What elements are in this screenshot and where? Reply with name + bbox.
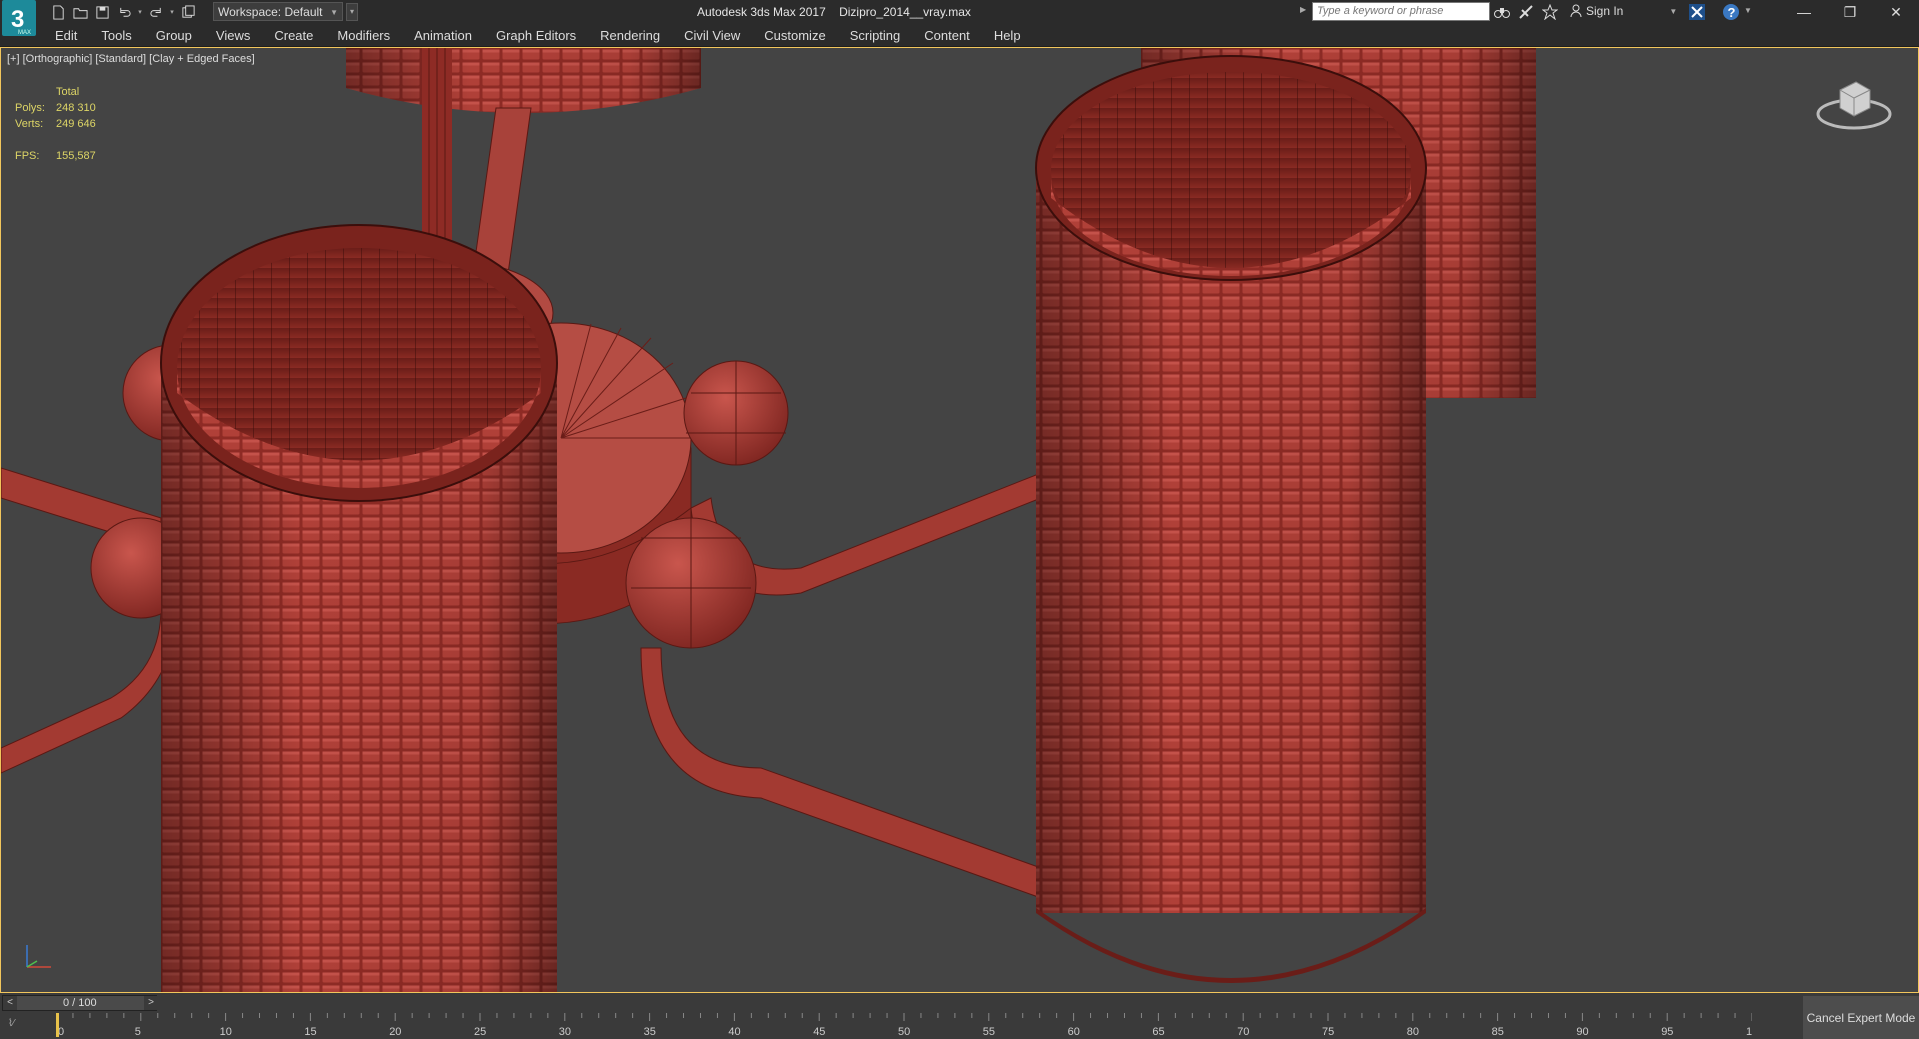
frame-tick-label: 75 bbox=[1322, 1026, 1334, 1038]
menu-modifiers[interactable]: Modifiers bbox=[337, 28, 390, 43]
frame-tick-label: 65 bbox=[1152, 1026, 1164, 1038]
stats-header: Total bbox=[56, 86, 80, 98]
curve-editor-toggle-icon[interactable]: ⌇⁄ bbox=[8, 1018, 15, 1029]
frame-tick-label: 35 bbox=[644, 1026, 656, 1038]
undo-icon[interactable] bbox=[114, 2, 134, 22]
project-icon[interactable] bbox=[178, 2, 198, 22]
new-file-icon[interactable] bbox=[48, 2, 68, 22]
undo-dropdown-icon[interactable]: ▾ bbox=[136, 2, 144, 22]
cancel-expert-mode-button[interactable]: Cancel Expert Mode bbox=[1803, 996, 1919, 1039]
binoculars-icon[interactable] bbox=[1493, 3, 1511, 21]
lamp-shade-right[interactable] bbox=[1035, 55, 1427, 983]
time-slider-bar: < 0 / 100 > bbox=[0, 993, 1919, 1013]
infocenter-icons bbox=[1493, 3, 1559, 21]
viewport-label-menu[interactable]: [+] [Orthographic] [Standard] [Clay + Ed… bbox=[7, 53, 255, 65]
menu-group[interactable]: Group bbox=[156, 28, 192, 43]
frame-tick-label: 10 bbox=[220, 1026, 232, 1038]
top-lamp-shade-left[interactable] bbox=[346, 48, 701, 113]
sign-in-button[interactable]: Sign In ▼ bbox=[1570, 4, 1677, 18]
open-file-icon[interactable] bbox=[70, 2, 90, 22]
menu-content[interactable]: Content bbox=[924, 28, 970, 43]
fps-value: 155,587 bbox=[56, 150, 96, 162]
menu-edit[interactable]: Edit bbox=[55, 28, 77, 43]
frame-tick-label: 80 bbox=[1407, 1026, 1419, 1038]
communication-center-icon[interactable] bbox=[1517, 3, 1535, 21]
time-slider[interactable]: < 0 / 100 > bbox=[2, 995, 158, 1011]
frame-tick-label: 95 bbox=[1661, 1026, 1673, 1038]
help-icon[interactable]: ? bbox=[1722, 3, 1740, 21]
sign-in-label: Sign In bbox=[1586, 4, 1624, 18]
help-dropdown-icon[interactable]: ▼ bbox=[1744, 6, 1752, 15]
frame-tick-label: 70 bbox=[1237, 1026, 1249, 1038]
workspace-menu-button[interactable]: ▾ bbox=[346, 3, 358, 21]
frame-tick-label: 50 bbox=[898, 1026, 910, 1038]
frame-tick-label: 45 bbox=[813, 1026, 825, 1038]
quick-access-toolbar: ▾ ▾ bbox=[48, 2, 198, 22]
close-button[interactable]: ✕ bbox=[1873, 0, 1919, 24]
menu-animation[interactable]: Animation bbox=[414, 28, 472, 43]
menu-tools[interactable]: Tools bbox=[101, 28, 131, 43]
app-logo-icon[interactable]: 3 MAX bbox=[2, 0, 42, 40]
expand-search-icon[interactable]: ▶ bbox=[1300, 5, 1306, 14]
frame-tick-label: 90 bbox=[1576, 1026, 1588, 1038]
window-controls: — ❐ ✕ bbox=[1781, 0, 1919, 24]
fps-label: FPS: bbox=[15, 150, 40, 162]
svg-text:3: 3 bbox=[11, 6, 24, 33]
save-icon[interactable] bbox=[92, 2, 112, 22]
window-title: Autodesk 3ds Max 2017 Dizipro_2014__vray… bbox=[697, 5, 971, 19]
verts-label: Verts: bbox=[15, 118, 44, 130]
redo-dropdown-icon[interactable]: ▾ bbox=[168, 2, 176, 22]
menu-help[interactable]: Help bbox=[994, 28, 1021, 43]
previous-frame-button[interactable]: < bbox=[3, 996, 17, 1010]
axis-tripod-icon bbox=[17, 943, 57, 976]
frame-tick-label: 5 bbox=[135, 1026, 141, 1038]
frame-tick-label: 30 bbox=[559, 1026, 571, 1038]
lamp-shade-left[interactable] bbox=[160, 224, 558, 992]
frame-tick-label: 20 bbox=[389, 1026, 401, 1038]
menu-create[interactable]: Create bbox=[274, 28, 313, 43]
frame-tick-label: 25 bbox=[474, 1026, 486, 1038]
menu-views[interactable]: Views bbox=[216, 28, 250, 43]
perspective-viewport[interactable]: [+] [Orthographic] [Standard] [Clay + Ed… bbox=[0, 47, 1919, 993]
verts-value: 249 646 bbox=[56, 118, 96, 130]
exchange-apps-icon[interactable] bbox=[1688, 3, 1706, 21]
redo-icon[interactable] bbox=[146, 2, 166, 22]
menu-civil-view[interactable]: Civil View bbox=[684, 28, 740, 43]
frame-tick-label: 15 bbox=[304, 1026, 316, 1038]
track-bar[interactable]: ⌇⁄ 0 5 10 15 20 25 30 35 40 45 50 55 60 65 70 75 80 85 90 9… bbox=[0, 1013, 1919, 1039]
workspace-label: Workspace: Default bbox=[218, 5, 323, 19]
user-icon bbox=[1570, 4, 1582, 18]
frame-tick-label: 55 bbox=[983, 1026, 995, 1038]
frame-tick-label: 85 bbox=[1492, 1026, 1504, 1038]
menu-rendering[interactable]: Rendering bbox=[600, 28, 660, 43]
search-input[interactable]: Type a keyword or phrase bbox=[1312, 2, 1490, 21]
svg-text:?: ? bbox=[1728, 5, 1736, 20]
polys-value: 248 310 bbox=[56, 102, 96, 114]
frame-tick-label: 100 bbox=[1746, 1026, 1752, 1038]
title-bar: 3 MAX ▾ ▾ Workspace: Default ▼ ▾ Autodes… bbox=[0, 0, 1919, 36]
frame-tick-label: 60 bbox=[1068, 1026, 1080, 1038]
workspace-dropdown[interactable]: Workspace: Default ▼ bbox=[213, 2, 343, 21]
frame-ruler[interactable]: 0510152025303540455055606570758085909510… bbox=[56, 1013, 1752, 1039]
menu-customize[interactable]: Customize bbox=[764, 28, 825, 43]
current-frame-marker[interactable] bbox=[56, 1013, 59, 1037]
minimize-button[interactable]: — bbox=[1781, 0, 1827, 24]
polys-label: Polys: bbox=[15, 102, 45, 114]
chandelier-model[interactable] bbox=[1, 48, 1918, 992]
chevron-down-icon: ▼ bbox=[330, 8, 338, 17]
star-icon[interactable] bbox=[1541, 3, 1559, 21]
next-frame-button[interactable]: > bbox=[144, 996, 158, 1010]
frame-tick-label: 40 bbox=[728, 1026, 740, 1038]
menu-bar: Edit Tools Group Views Create Modifiers … bbox=[0, 24, 1919, 47]
time-slider-label: 0 / 100 bbox=[63, 997, 97, 1009]
restore-button[interactable]: ❐ bbox=[1827, 0, 1873, 24]
chevron-down-icon: ▼ bbox=[1669, 6, 1678, 16]
viewcube-icon[interactable] bbox=[1814, 68, 1894, 141]
menu-scripting[interactable]: Scripting bbox=[850, 28, 901, 43]
menu-graph-editors[interactable]: Graph Editors bbox=[496, 28, 576, 43]
viewport-statistics: Total Polys: 248 310 Verts: 249 646 FPS: 15… bbox=[15, 84, 96, 164]
svg-text:MAX: MAX bbox=[18, 30, 31, 36]
